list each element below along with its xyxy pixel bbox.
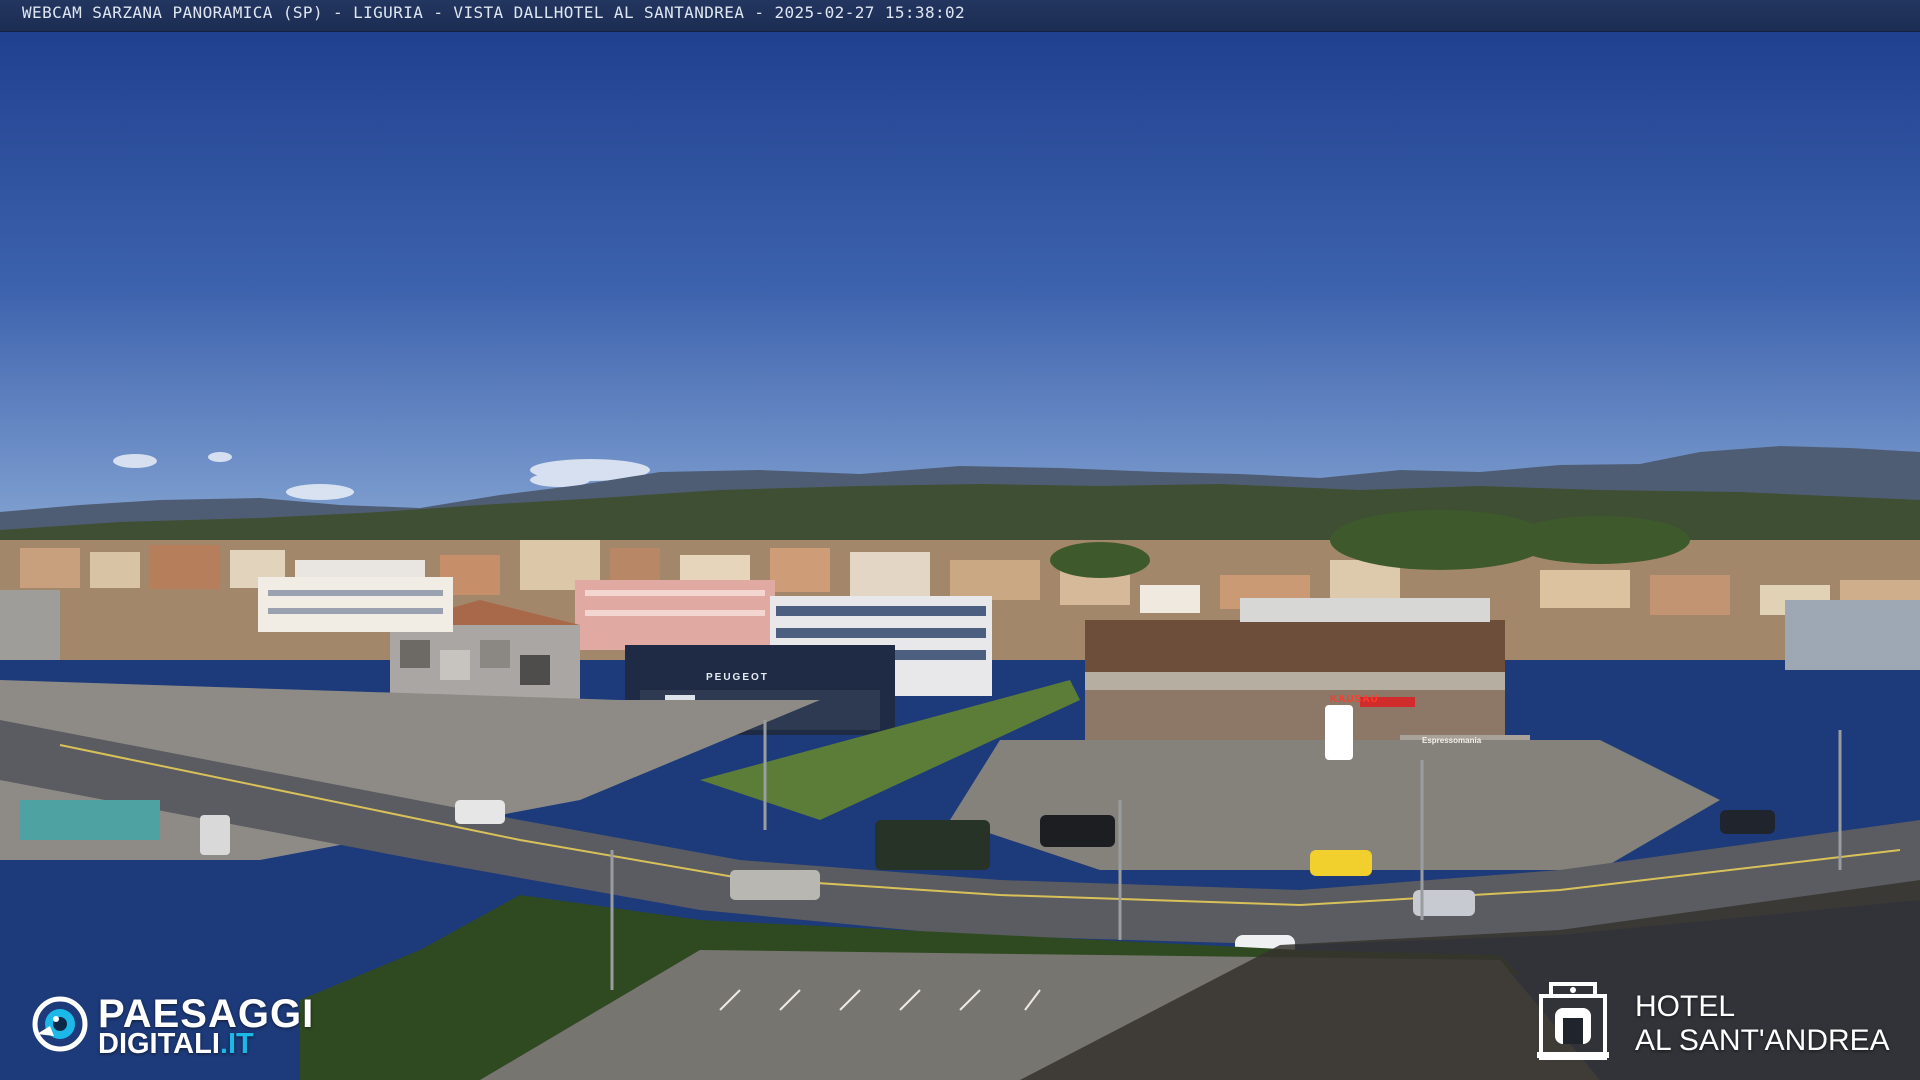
paesaggi-digitali-logo: PAESAGGI DIGITALI.IT (28, 992, 348, 1062)
brand-name-line2: DIGITALI.IT (98, 1028, 254, 1061)
caption-bar: WEBCAM SARZANA PANORAMICA (SP) - LIGURIA… (0, 0, 1920, 32)
brand-name-main: DIGITALI (98, 1028, 220, 1060)
hotel-logo: HOTEL AL SANT'ANDREA (1535, 978, 1915, 1060)
right-warehouse (1785, 600, 1920, 670)
webcam-panorama-image (0, 0, 1920, 1080)
brand-domain-suffix: .IT (219, 1028, 254, 1060)
left-white-building (258, 577, 453, 632)
hotel-name-line2: AL SANT'ANDREA (1635, 1024, 1890, 1057)
eye-icon (32, 996, 88, 1052)
pink-office-building (575, 580, 775, 650)
sky (0, 0, 1920, 520)
webcam-caption: WEBCAM SARZANA PANORAMICA (SP) - LIGURIA… (22, 3, 966, 22)
webcam-viewer: PEUGEOT KAUSAU Espressomania WEBCAM SARZ… (0, 0, 1920, 1080)
hotel-building-icon (1537, 982, 1609, 1060)
hotel-name-line1: HOTEL (1635, 990, 1736, 1023)
